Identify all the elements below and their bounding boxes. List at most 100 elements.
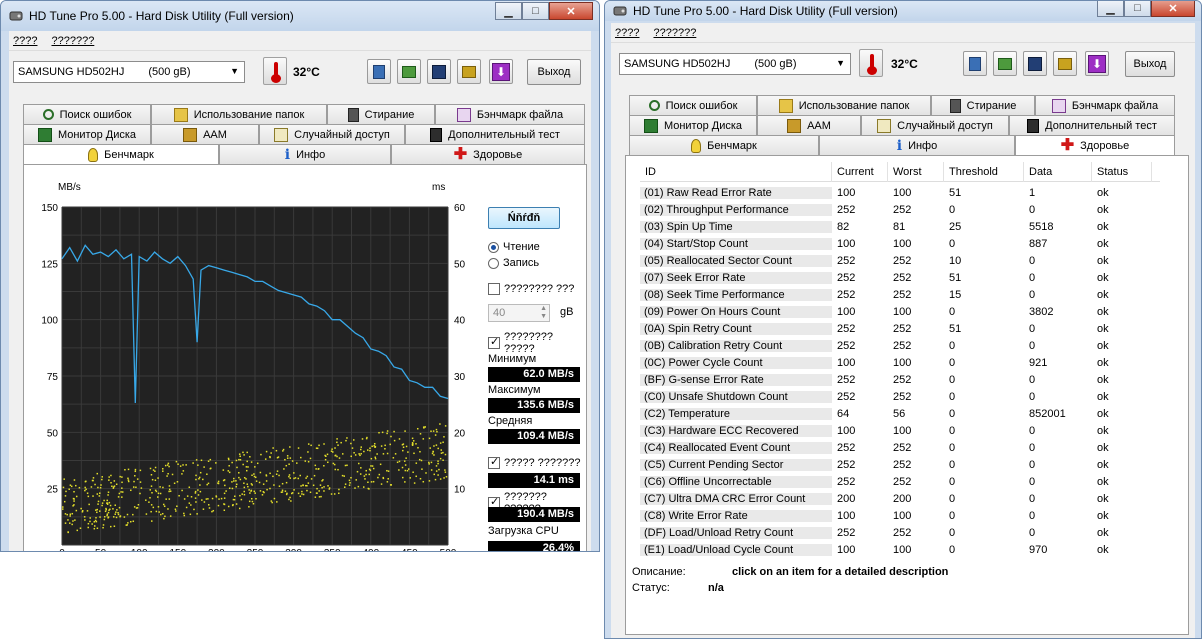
table-row[interactable]: (C8) Write Error Rate 100 100 0 0 ok: [640, 507, 1160, 524]
table-row[interactable]: (0C) Power Cycle Count 100 100 0 921 ok: [640, 354, 1160, 371]
col-worst[interactable]: Worst: [888, 161, 944, 182]
temperature-value: 32°C: [293, 65, 320, 79]
drive-select[interactable]: SAMSUNG HD502HJ (500 gB) ▼: [619, 53, 851, 75]
tab-folder-usage[interactable]: Использование папок: [757, 95, 931, 115]
drive-select[interactable]: SAMSUNG HD502HJ (500 gB) ▼: [13, 61, 245, 83]
table-row[interactable]: (BF) G-sense Error Rate 252 252 0 0 ok: [640, 371, 1160, 388]
maximize-button[interactable]: □: [522, 2, 549, 20]
table-row[interactable]: (0B) Calibration Retry Count 252 252 0 0 ok: [640, 337, 1160, 354]
tab-extra-tests[interactable]: Дополнительный тест: [1009, 115, 1175, 135]
exit-button[interactable]: Выход: [527, 59, 581, 85]
table-row[interactable]: (C0) Unsafe Shutdown Count 252 252 0 0 ok: [640, 388, 1160, 405]
access-time-point: [120, 491, 122, 493]
download-button[interactable]: ⬇: [1085, 51, 1109, 76]
table-row[interactable]: (C3) Hardware ECC Recovered 100 100 0 0 ok: [640, 422, 1160, 439]
col-status[interactable]: Status: [1092, 161, 1152, 182]
col-current[interactable]: Current: [832, 161, 888, 182]
tab-file-benchmark[interactable]: Бэнчмарк файла: [435, 104, 585, 124]
close-button[interactable]: ✕: [1151, 1, 1195, 17]
short-stroke-unit: gB: [560, 306, 574, 318]
tab-error-scan[interactable]: Поиск ошибок: [629, 95, 757, 115]
table-row[interactable]: (C5) Current Pending Sector 252 252 0 0 ok: [640, 456, 1160, 473]
tab-info[interactable]: i Инфо: [819, 135, 1015, 155]
table-row[interactable]: (07) Seek Error Rate 252 252 51 0 ok: [640, 269, 1160, 286]
x-tick-label: 50: [95, 548, 107, 552]
short-stroke-checkbox[interactable]: ???????? ???: [488, 283, 574, 295]
table-row[interactable]: (08) Seek Time Performance 252 252 15 0 ok: [640, 286, 1160, 303]
access-time-point: [175, 460, 178, 463]
benchmark-chart: 1501251007550256050403020100 50 100 150 200 2…: [41, 203, 465, 552]
col-data[interactable]: Data: [1024, 161, 1092, 182]
tab-erase[interactable]: Стирание: [931, 95, 1035, 115]
tab-benchmark[interactable]: Бенчмарк: [23, 144, 219, 165]
table-row[interactable]: (03) Spin Up Time 82 81 25 5518 ok: [640, 218, 1160, 235]
save-button[interactable]: [427, 59, 451, 84]
table-row[interactable]: (C4) Reallocated Event Count 252 252 0 0 ok: [640, 439, 1160, 456]
access-time-point: [343, 475, 346, 477]
table-row[interactable]: (04) Start/Stop Count 100 100 0 887 ok: [640, 235, 1160, 252]
access-time-point: [301, 493, 303, 495]
maximize-button[interactable]: □: [1124, 1, 1151, 17]
right-titlebar[interactable]: HD Tune Pro 5.00 - Hard Disk Utility (Fu…: [605, 1, 1201, 21]
start-button[interactable]: Ńňŕđň: [488, 207, 560, 229]
minimize-button[interactable]: ▁: [1097, 1, 1124, 17]
tab-health[interactable]: ✚ Здоровье: [391, 144, 585, 164]
transfer-rate-checkbox[interactable]: ???????? ?????: [488, 331, 586, 355]
table-row[interactable]: (C7) Ultra DMA CRC Error Count 200 200 0 0 ok: [640, 490, 1160, 507]
tab-error-scan[interactable]: Поиск ошибок: [23, 104, 151, 124]
access-time-point: [96, 472, 99, 475]
tab-random-access[interactable]: Случайный доступ: [861, 115, 1009, 135]
tab-benchmark[interactable]: Бенчмарк: [629, 135, 819, 155]
tab-folder-usage[interactable]: Использование папок: [151, 104, 327, 124]
options-button[interactable]: [1053, 51, 1077, 76]
tab-extra-tests[interactable]: Дополнительный тест: [405, 124, 585, 144]
table-row[interactable]: (0A) Spin Retry Count 252 252 51 0 ok: [640, 320, 1160, 337]
tab-random-access[interactable]: Случайный доступ: [259, 124, 405, 144]
read-radio[interactable]: Чтение: [488, 241, 540, 253]
short-stroke-input[interactable]: 40 ▲ ▼: [488, 304, 550, 322]
copy-info-button[interactable]: [367, 59, 391, 84]
access-time-point: [283, 468, 285, 470]
menu-item-1[interactable]: ????: [615, 27, 639, 39]
minimize-button[interactable]: ▁: [495, 2, 522, 20]
menu-item-2[interactable]: ???????: [653, 27, 696, 39]
close-button[interactable]: ✕: [549, 2, 593, 20]
copy-info-button[interactable]: [963, 51, 987, 76]
col-id[interactable]: ID: [640, 161, 832, 182]
col-threshold[interactable]: Threshold: [944, 161, 1024, 182]
options-button[interactable]: [457, 59, 481, 84]
save-button[interactable]: [1023, 51, 1047, 76]
access-time-point: [353, 452, 355, 454]
table-row[interactable]: (DF) Load/Unload Retry Count 252 252 0 0 ok: [640, 524, 1160, 541]
tab-aam[interactable]: AAM: [151, 124, 259, 144]
tab-file-benchmark[interactable]: Бэнчмарк файла: [1035, 95, 1175, 115]
table-row[interactable]: (E1) Load/Unload Cycle Count 100 100 0 970 ok: [640, 541, 1160, 558]
menu-item-2[interactable]: ???????: [51, 35, 94, 47]
access-time-point: [232, 504, 234, 506]
table-row[interactable]: (09) Power On Hours Count 100 100 0 3802 ok: [640, 303, 1160, 320]
menu-item-1[interactable]: ????: [13, 35, 37, 47]
access-time-checkbox[interactable]: ????? ???????: [488, 455, 580, 469]
table-row[interactable]: (C6) Offline Uncorrectable 252 252 0 0 ok: [640, 473, 1160, 490]
tab-disk-monitor[interactable]: Монитор Диска: [23, 124, 151, 144]
tab-erase[interactable]: Стирание: [327, 104, 435, 124]
cell-threshold: 25: [949, 220, 962, 233]
access-time-point: [249, 456, 251, 458]
copy-screenshot-button[interactable]: [397, 59, 421, 84]
tab-disk-monitor[interactable]: Монитор Диска: [629, 115, 757, 135]
tab-health[interactable]: ✚ Здоровье: [1015, 135, 1175, 156]
table-row[interactable]: (C2) Temperature 64 56 0 852001 ok: [640, 405, 1160, 422]
download-button[interactable]: ⬇: [489, 59, 513, 84]
table-row[interactable]: (02) Throughput Performance 252 252 0 0 ok: [640, 201, 1160, 218]
copy-screenshot-button[interactable]: [993, 51, 1017, 76]
left-titlebar[interactable]: HD Tune Pro 5.00 - Hard Disk Utility (Fu…: [1, 1, 599, 31]
write-radio[interactable]: Запись: [488, 257, 539, 269]
exit-button[interactable]: Выход: [1125, 51, 1175, 77]
access-time-point: [150, 504, 153, 506]
table-row[interactable]: (05) Reallocated Sector Count 252 252 10 0 ok: [640, 252, 1160, 269]
table-row[interactable]: (01) Raw Read Error Rate 100 100 51 1 ok: [640, 184, 1160, 201]
tab-info[interactable]: i Инфо: [219, 144, 391, 164]
cell-status: ok: [1097, 509, 1109, 522]
tab-aam[interactable]: AAM: [757, 115, 861, 135]
screenshot-icon: [998, 57, 1012, 70]
